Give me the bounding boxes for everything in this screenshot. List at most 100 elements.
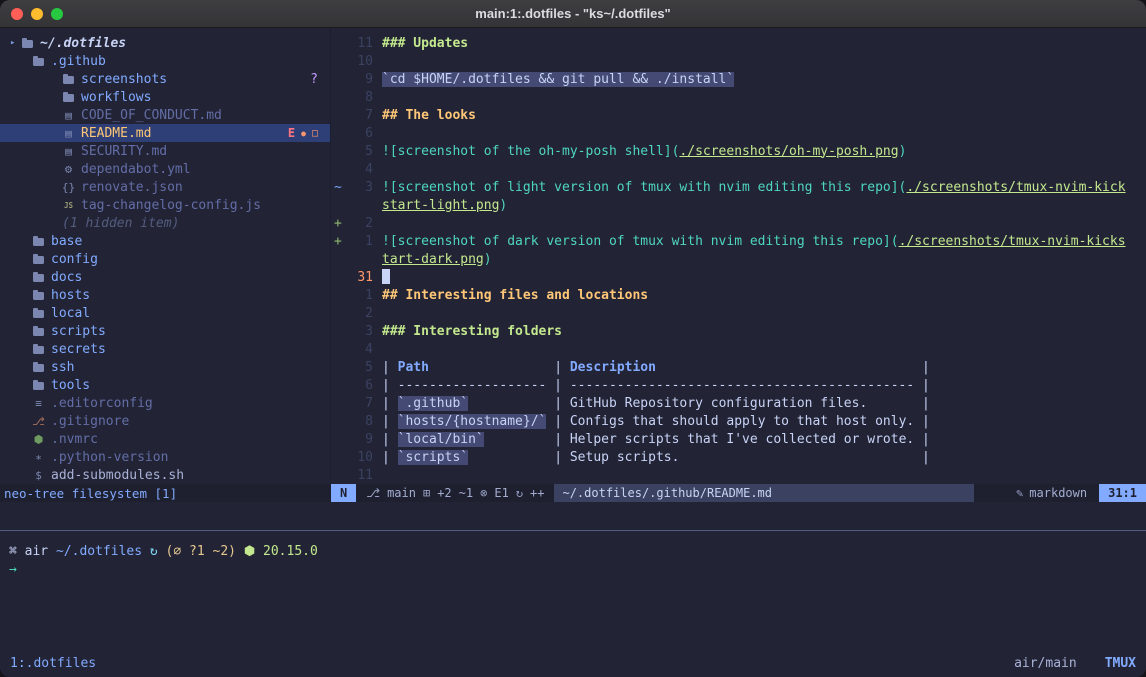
line-number: 4 bbox=[344, 342, 373, 357]
tree-item-.dotfiles[interactable]: ▸~/.dotfiles bbox=[0, 34, 330, 52]
tree-item-CODE_OF_CONDUCT.md[interactable]: ▤CODE_OF_CONDUCT.md bbox=[0, 106, 330, 124]
folder-icon bbox=[32, 271, 45, 284]
apple-icon: ⌘ bbox=[9, 544, 25, 559]
buffer-line[interactable]: tart-dark.png) bbox=[331, 250, 1146, 268]
buffer-line[interactable]: 11### Updates bbox=[331, 34, 1146, 52]
tree-item-label: scripts bbox=[51, 324, 106, 339]
line-number: 4 bbox=[344, 162, 373, 177]
gutter-sign: + bbox=[331, 216, 344, 231]
tree-item-label: CODE_OF_CONDUCT.md bbox=[81, 108, 222, 123]
tree-item-hosts[interactable]: hosts bbox=[0, 286, 330, 304]
zoom-button[interactable] bbox=[51, 8, 63, 20]
tree-item-screenshots[interactable]: screenshots? bbox=[0, 70, 330, 88]
buffer-line[interactable]: 1## Interesting files and locations bbox=[331, 286, 1146, 304]
line-number: 5 bbox=[344, 144, 373, 159]
titlebar[interactable]: main:1:.dotfiles - "ks~/.dotfiles" bbox=[0, 0, 1146, 28]
line-number: 2 bbox=[344, 216, 373, 231]
tree-item-dependabot.yml[interactable]: ⚙dependabot.yml bbox=[0, 160, 330, 178]
folder-icon bbox=[32, 253, 45, 266]
tree-item-label: .nvmrc bbox=[51, 432, 98, 447]
buffer-line[interactable]: 31 bbox=[331, 268, 1146, 286]
tree-item-tag-changelog-config.js[interactable]: JStag-changelog-config.js bbox=[0, 196, 330, 214]
buffer-line[interactable]: 6| ------------------- | ---------------… bbox=[331, 376, 1146, 394]
line-number: 1 bbox=[344, 234, 373, 249]
gutter-sign bbox=[331, 396, 344, 411]
tree-item-config[interactable]: config bbox=[0, 250, 330, 268]
line-text bbox=[382, 269, 390, 285]
tree-item-secrets[interactable]: secrets bbox=[0, 340, 330, 358]
buffer-line[interactable]: 10 | `scripts` | Setup scripts. | bbox=[331, 448, 1146, 466]
buffer-line[interactable]: 4 bbox=[331, 160, 1146, 178]
neo-tree-panel: ▸~/.dotfiles.githubscreenshots?workflows… bbox=[0, 28, 330, 502]
minimize-button[interactable] bbox=[31, 8, 43, 20]
line-number: 10 bbox=[344, 54, 373, 69]
tree-item-docs[interactable]: docs bbox=[0, 268, 330, 286]
cursor-block bbox=[382, 269, 390, 284]
buffer-line[interactable]: 8 bbox=[331, 88, 1146, 106]
tree-item-.gitignore[interactable]: ⎇.gitignore bbox=[0, 412, 330, 430]
buffer-line[interactable]: 11 bbox=[331, 466, 1146, 484]
tree-item-renovate.json[interactable]: {}renovate.json bbox=[0, 178, 330, 196]
line-number: 2 bbox=[344, 306, 373, 321]
updates-icon: ↻ bbox=[516, 486, 523, 500]
tree-item-workflows[interactable]: workflows bbox=[0, 88, 330, 106]
folder-icon bbox=[32, 307, 45, 320]
buffer-line[interactable]: 6 bbox=[331, 124, 1146, 142]
tree-item-base[interactable]: base bbox=[0, 232, 330, 250]
buffer-line[interactable]: +2 bbox=[331, 214, 1146, 232]
buffer-line[interactable]: +1![screenshot of dark version of tmux w… bbox=[331, 232, 1146, 250]
line-number: 7 bbox=[344, 108, 373, 123]
diff-modified: ~1 bbox=[459, 486, 473, 500]
shell-pane[interactable]: ⌘ air ~/.dotfiles ↻ (∅ ?1 ~2) ⬢ 20.15.0 … bbox=[0, 531, 1146, 649]
tree-item-label: (1 hidden item) bbox=[62, 216, 179, 231]
folder-icon bbox=[32, 235, 45, 248]
tmux-window-item[interactable]: 1:.dotfiles bbox=[10, 656, 96, 671]
buffer-line[interactable]: 2 bbox=[331, 304, 1146, 322]
buffer-line[interactable]: 4 bbox=[331, 340, 1146, 358]
tree-item-SECURITY.md[interactable]: ▤SECURITY.md bbox=[0, 142, 330, 160]
tree-item-.github[interactable]: .github bbox=[0, 52, 330, 70]
tree-item-.editorconfig[interactable]: ≡.editorconfig bbox=[0, 394, 330, 412]
line-number: 7 bbox=[344, 396, 373, 411]
buffer-line[interactable]: start-light.png) bbox=[331, 196, 1146, 214]
line-number: 10 bbox=[344, 450, 373, 465]
gutter-sign bbox=[331, 90, 344, 105]
tmux-status-right: air/main TMUX bbox=[1014, 656, 1136, 671]
buffer-line[interactable]: 10 bbox=[331, 52, 1146, 70]
buffer-line[interactable]: 7| `.github` | GitHub Repository configu… bbox=[331, 394, 1146, 412]
tree-item-tools[interactable]: tools bbox=[0, 376, 330, 394]
editor-buffer[interactable]: 11### Updates 10 9`cd $HOME/.dotfiles &&… bbox=[331, 28, 1146, 484]
tree-item-1hiddenitem[interactable]: (1 hidden item) bbox=[0, 214, 330, 232]
buffer-line[interactable]: 5![screenshot of the oh-my-posh shell](.… bbox=[331, 142, 1146, 160]
buffer-line[interactable]: 5| Path | Description | bbox=[331, 358, 1146, 376]
line-number: 5 bbox=[344, 360, 373, 375]
buffer-line[interactable]: 8| `hosts/{hostname}/` | Configs that sh… bbox=[331, 412, 1146, 430]
close-button[interactable] bbox=[11, 8, 23, 20]
diagnostics-count: E1 bbox=[494, 486, 508, 500]
tree-item-add-submodules.sh[interactable]: $add-submodules.sh bbox=[0, 466, 330, 484]
buffer-line[interactable]: ~3![screenshot of light version of tmux … bbox=[331, 178, 1146, 196]
tree-item-.python-version[interactable]: ∗.python-version bbox=[0, 448, 330, 466]
shell-prompt: ⌘ air ~/.dotfiles ↻ (∅ ?1 ~2) ⬢ 20.15.0 bbox=[9, 544, 1146, 562]
tree-item-ssh[interactable]: ssh bbox=[0, 358, 330, 376]
line-text: ![screenshot of light version of tmux wi… bbox=[382, 180, 1126, 195]
updates-count: ++ bbox=[530, 486, 544, 500]
folder-icon bbox=[32, 343, 45, 356]
tree-item-scripts[interactable]: scripts bbox=[0, 322, 330, 340]
tree-item-.nvmrc[interactable]: ⬢.nvmrc bbox=[0, 430, 330, 448]
tree-item-label: add-submodules.sh bbox=[51, 468, 184, 483]
gutter-sign bbox=[331, 432, 344, 447]
tree-item-README.md[interactable]: ▤README.mdE●□ bbox=[0, 124, 330, 142]
buffer-line[interactable]: 9| `local/bin` | Helper scripts that I'v… bbox=[331, 430, 1146, 448]
expander-icon: ▸ bbox=[10, 38, 21, 48]
buffer-line[interactable]: 7## The looks bbox=[331, 106, 1146, 124]
tmux-badge: TMUX bbox=[1105, 656, 1136, 671]
line-text: | `scripts` | Setup scripts. | bbox=[382, 450, 930, 465]
folder-icon bbox=[62, 91, 75, 104]
cwd: ~/.dotfiles bbox=[56, 544, 150, 559]
tree-item-local[interactable]: local bbox=[0, 304, 330, 322]
line-text: | `hosts/{hostname}/` | Configs that sho… bbox=[382, 414, 930, 429]
buffer-line[interactable]: 9`cd $HOME/.dotfiles && git pull && ./in… bbox=[331, 70, 1146, 88]
buffer-line[interactable]: 3### Interesting folders bbox=[331, 322, 1146, 340]
gutter-sign bbox=[331, 360, 344, 375]
